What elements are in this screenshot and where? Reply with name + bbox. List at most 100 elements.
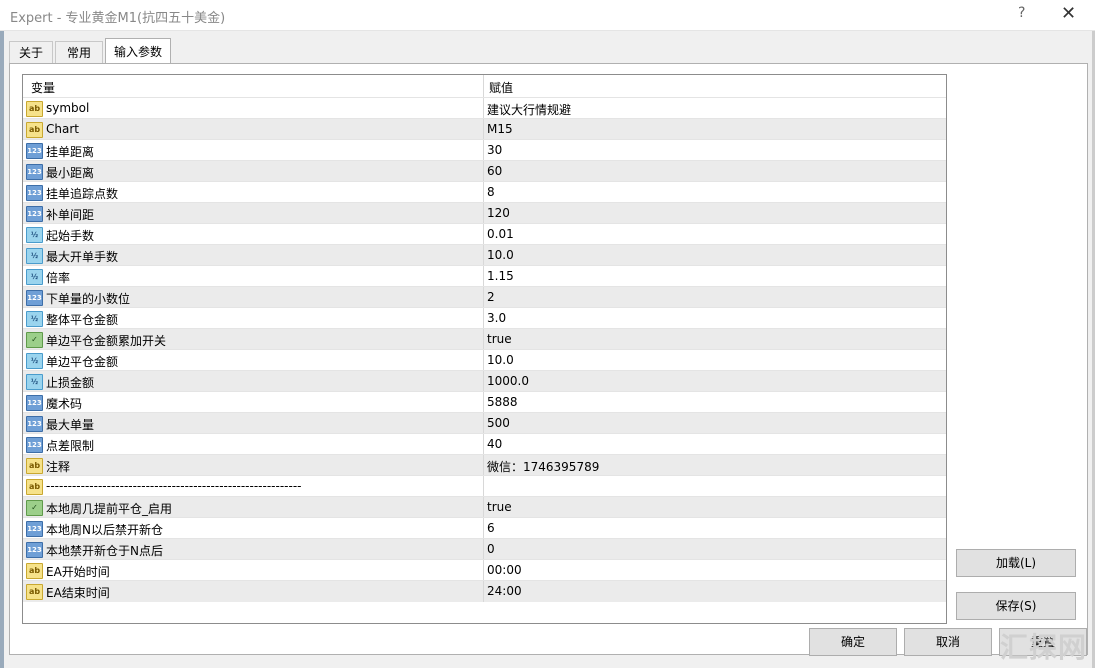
table-row[interactable]: ½ 起始手数 0.01 bbox=[23, 223, 946, 245]
integer-type-icon: 123 bbox=[26, 521, 43, 537]
variable-value[interactable]: 10.0 bbox=[487, 248, 514, 262]
variable-name: 最大单量 bbox=[46, 418, 95, 432]
string-type-icon: ab bbox=[26, 122, 43, 138]
table-row[interactable]: 123 最小距离 60 bbox=[23, 160, 946, 182]
variable-name: 本地周N以后禁开新仓 bbox=[46, 523, 163, 537]
variable-value[interactable]: 10.0 bbox=[487, 353, 514, 367]
tab-common[interactable]: 常用 bbox=[55, 41, 103, 64]
variable-value[interactable]: 500 bbox=[487, 416, 510, 430]
cell-divider bbox=[483, 371, 484, 392]
variable-name: 魔术码 bbox=[46, 397, 83, 411]
table-row[interactable]: ✓ 单边平仓金额累加开关 true bbox=[23, 328, 946, 350]
variable-value[interactable]: M15 bbox=[487, 122, 513, 136]
site-watermark: 汇探网 bbox=[1000, 631, 1088, 664]
variable-name: 整体平仓金额 bbox=[46, 313, 119, 327]
integer-type-icon: 123 bbox=[26, 164, 43, 180]
header-value[interactable]: 赋值 bbox=[489, 79, 513, 96]
variable-value[interactable]: 5888 bbox=[487, 395, 518, 409]
title-bar: Expert - 专业黄金M1(抗四五十美金) ? ✕ bbox=[0, 0, 1095, 31]
cell-divider bbox=[483, 560, 484, 581]
header-variable[interactable]: 变量 bbox=[31, 79, 55, 96]
variable-value[interactable]: 0.01 bbox=[487, 227, 514, 241]
table-row[interactable]: ½ 整体平仓金额 3.0 bbox=[23, 307, 946, 329]
double-type-icon: ½ bbox=[26, 374, 43, 390]
cell-divider bbox=[483, 434, 484, 455]
cell-divider bbox=[483, 182, 484, 203]
variable-name: 下单量的小数位 bbox=[46, 292, 131, 306]
variable-name: 点差限制 bbox=[46, 439, 95, 453]
variable-value[interactable]: 建议大行情规避 bbox=[487, 101, 571, 118]
variable-value[interactable]: 30 bbox=[487, 143, 502, 157]
tab-inputs[interactable]: 输入参数 bbox=[105, 38, 171, 65]
table-row[interactable]: ab --------------------------------------… bbox=[23, 475, 946, 497]
table-row[interactable]: 123 补单间距 120 bbox=[23, 202, 946, 224]
cell-divider bbox=[483, 140, 484, 161]
table-row[interactable]: ab EA开始时间 00:00 bbox=[23, 559, 946, 581]
cell-divider bbox=[483, 287, 484, 308]
variable-value[interactable]: 2 bbox=[487, 290, 495, 304]
variable-value[interactable]: 6 bbox=[487, 521, 495, 535]
double-type-icon: ½ bbox=[26, 227, 43, 243]
table-row[interactable]: 123 本地周N以后禁开新仓 6 bbox=[23, 517, 946, 539]
table-row[interactable]: ½ 最大开单手数 10.0 bbox=[23, 244, 946, 266]
variable-name: 注释 bbox=[46, 460, 71, 474]
variable-name: 本地周几提前平仓_启用 bbox=[46, 502, 173, 516]
tab-about[interactable]: 关于 bbox=[9, 41, 53, 64]
column-divider[interactable] bbox=[483, 75, 484, 97]
variable-value[interactable]: 40 bbox=[487, 437, 502, 451]
table-row[interactable]: 123 挂单距离 30 bbox=[23, 139, 946, 161]
save-button[interactable]: 保存(S) bbox=[956, 592, 1076, 620]
table-row[interactable]: ab symbol 建议大行情规避 bbox=[23, 97, 946, 119]
cell-divider bbox=[483, 413, 484, 434]
string-type-icon: ab bbox=[26, 563, 43, 579]
variable-name: EA开始时间 bbox=[46, 565, 110, 579]
variable-value[interactable]: 00:00 bbox=[487, 563, 522, 577]
cell-divider bbox=[483, 539, 484, 560]
variable-value[interactable]: true bbox=[487, 500, 512, 514]
variable-name: 倍率 bbox=[46, 271, 71, 285]
table-row[interactable]: 123 魔术码 5888 bbox=[23, 391, 946, 413]
variable-name: 最大开单手数 bbox=[46, 250, 119, 264]
double-type-icon: ½ bbox=[26, 311, 43, 327]
table-row[interactable]: ✓ 本地周几提前平仓_启用 true bbox=[23, 496, 946, 518]
close-button[interactable]: ✕ bbox=[1061, 3, 1076, 24]
table-row[interactable]: ab Chart M15 bbox=[23, 118, 946, 140]
table-row[interactable]: 123 点差限制 40 bbox=[23, 433, 946, 455]
table-row[interactable]: ab 注释 微信：1746395789 bbox=[23, 454, 946, 476]
table-row[interactable]: ½ 单边平仓金额 10.0 bbox=[23, 349, 946, 371]
variable-value[interactable]: 1000.0 bbox=[487, 374, 529, 388]
variable-value[interactable]: 8 bbox=[487, 185, 495, 199]
ok-button[interactable]: 确定 bbox=[809, 628, 897, 656]
variable-value[interactable]: 120 bbox=[487, 206, 510, 220]
variable-name: 单边平仓金额累加开关 bbox=[46, 334, 167, 348]
variable-value[interactable]: 60 bbox=[487, 164, 502, 178]
integer-type-icon: 123 bbox=[26, 143, 43, 159]
table-row[interactable]: ½ 倍率 1.15 bbox=[23, 265, 946, 287]
table-row[interactable]: 123 下单量的小数位 2 bbox=[23, 286, 946, 308]
variable-value[interactable]: 24:00 bbox=[487, 584, 522, 598]
cancel-button[interactable]: 取消 bbox=[904, 628, 992, 656]
cell-divider bbox=[483, 497, 484, 518]
variable-value[interactable]: true bbox=[487, 332, 512, 346]
table-row[interactable]: 123 本地禁开新仓于N点后 0 bbox=[23, 538, 946, 560]
table-row[interactable]: ab EA结束时间 24:00 bbox=[23, 580, 946, 602]
bool-type-icon: ✓ bbox=[26, 332, 43, 348]
variable-value[interactable]: 0 bbox=[487, 542, 495, 556]
table-row[interactable]: 123 挂单追踪点数 8 bbox=[23, 181, 946, 203]
load-button[interactable]: 加载(L) bbox=[956, 549, 1076, 577]
variable-value[interactable]: 3.0 bbox=[487, 311, 506, 325]
cell-divider bbox=[483, 308, 484, 329]
cell-divider bbox=[483, 266, 484, 287]
cell-divider bbox=[483, 224, 484, 245]
variable-value[interactable]: 微信：1746395789 bbox=[487, 458, 599, 475]
string-type-icon: ab bbox=[26, 458, 43, 474]
bool-type-icon: ✓ bbox=[26, 500, 43, 516]
help-button[interactable]: ? bbox=[1018, 5, 1025, 21]
table-row[interactable]: ½ 止损金额 1000.0 bbox=[23, 370, 946, 392]
integer-type-icon: 123 bbox=[26, 542, 43, 558]
parameters-table[interactable]: 变量 赋值 ab symbol 建议大行情规避 ab Chart M15 123 挂单距离 30… bbox=[22, 74, 947, 624]
table-row[interactable]: 123 最大单量 500 bbox=[23, 412, 946, 434]
variable-name: 起始手数 bbox=[46, 229, 95, 243]
variable-value[interactable]: 1.15 bbox=[487, 269, 514, 283]
cell-divider bbox=[483, 392, 484, 413]
